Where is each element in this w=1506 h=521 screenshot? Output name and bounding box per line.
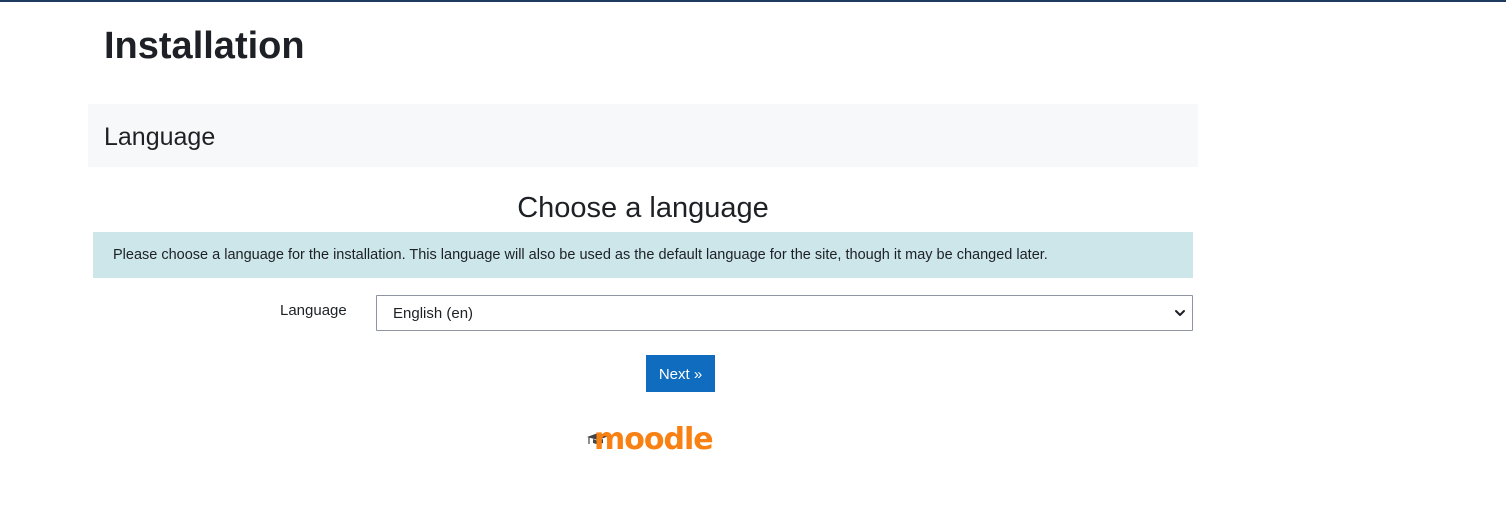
section-title: Language bbox=[104, 123, 216, 151]
language-select-value: English (en) bbox=[393, 305, 474, 322]
language-label: Language bbox=[280, 302, 347, 319]
chevron-down-icon bbox=[1175, 310, 1185, 316]
choose-language-heading: Choose a language bbox=[517, 192, 769, 224]
page-title: Installation bbox=[104, 25, 305, 67]
moodle-logo: moodle bbox=[586, 422, 714, 460]
info-message-text: Please choose a language for the install… bbox=[113, 247, 1048, 263]
next-button[interactable]: Next » bbox=[646, 355, 715, 392]
language-select[interactable]: English (en) bbox=[376, 295, 1193, 331]
top-border bbox=[0, 0, 1506, 2]
moodle-logo-text: moodle bbox=[594, 422, 714, 457]
info-message: Please choose a language for the install… bbox=[93, 232, 1193, 278]
section-header: Language bbox=[88, 104, 1198, 167]
